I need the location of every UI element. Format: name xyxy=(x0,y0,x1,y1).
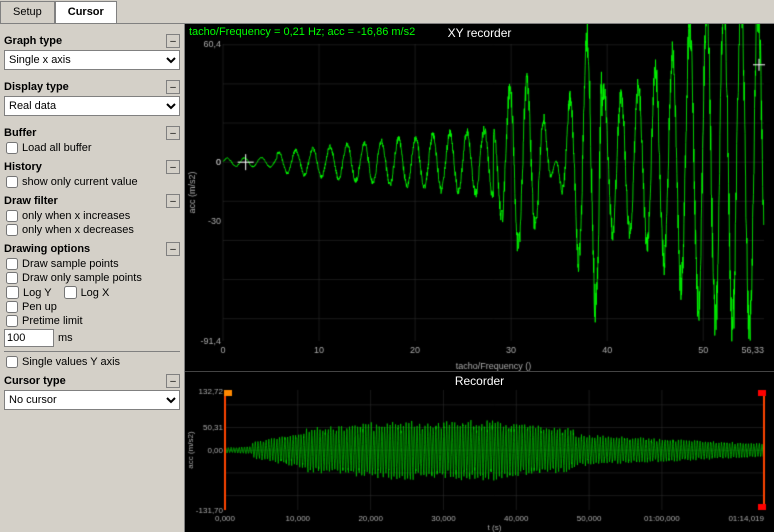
buffer-collapse[interactable]: – xyxy=(166,126,180,140)
load-all-buffer-label: Load all buffer xyxy=(22,142,92,154)
graph-type-title: Graph type xyxy=(4,35,62,47)
only-x-decreases-row: only when x decreases xyxy=(4,224,180,236)
draw-only-sample-points-checkbox[interactable] xyxy=(6,272,18,284)
draw-sample-points-label: Draw sample points xyxy=(22,258,119,270)
cursor-type-section: Cursor type – xyxy=(4,374,180,388)
history-title: History xyxy=(4,161,42,173)
draw-only-sample-points-label: Draw only sample points xyxy=(22,272,142,284)
xy-recorder-chart: tacho/Frequency = 0,21 Hz; acc = -16,86 … xyxy=(185,24,774,372)
draw-filter-section: Draw filter – xyxy=(4,194,180,208)
pen-up-label: Pen up xyxy=(22,301,57,313)
xy-recorder-title: XY recorder xyxy=(448,26,512,40)
recorder-canvas xyxy=(185,372,774,532)
tab-setup[interactable]: Setup xyxy=(0,1,55,23)
recorder-chart: Recorder xyxy=(185,372,774,532)
history-section: History – xyxy=(4,160,180,174)
drawing-options-collapse[interactable]: – xyxy=(166,242,180,256)
load-all-buffer-checkbox[interactable] xyxy=(6,142,18,154)
history-collapse[interactable]: – xyxy=(166,160,180,174)
buffer-section: Buffer – xyxy=(4,126,180,140)
log-y-label: Log Y xyxy=(23,287,52,299)
left-panel: Graph type – Single x axis Display type … xyxy=(0,24,185,532)
log-x-label: Log X xyxy=(81,287,110,299)
single-values-y-label: Single values Y axis xyxy=(22,356,120,368)
draw-filter-collapse[interactable]: – xyxy=(166,194,180,208)
pen-up-checkbox[interactable] xyxy=(6,301,18,313)
buffer-title: Buffer xyxy=(4,127,36,139)
only-x-decreases-checkbox[interactable] xyxy=(6,224,18,236)
show-only-current-checkbox[interactable] xyxy=(6,176,18,188)
display-type-collapse[interactable]: – xyxy=(166,80,180,94)
pretime-value-row: ms xyxy=(4,329,180,347)
draw-only-sample-points-row: Draw only sample points xyxy=(4,272,180,284)
load-all-buffer-row: Load all buffer xyxy=(4,142,180,154)
display-type-select[interactable]: Real data xyxy=(4,96,180,116)
only-x-increases-row: only when x increases xyxy=(4,210,180,222)
log-y-checkbox[interactable] xyxy=(6,286,19,299)
drawing-options-section: Drawing options – xyxy=(4,242,180,256)
title-bar: Setup Cursor xyxy=(0,0,774,24)
display-type-title: Display type xyxy=(4,81,69,93)
log-x-checkbox[interactable] xyxy=(64,286,77,299)
right-panel: tacho/Frequency = 0,21 Hz; acc = -16,86 … xyxy=(185,24,774,532)
tab-cursor[interactable]: Cursor xyxy=(55,1,117,23)
draw-sample-points-row: Draw sample points xyxy=(4,258,180,270)
show-only-current-label: show only current value xyxy=(22,176,138,188)
display-type-section: Display type – xyxy=(4,80,180,94)
single-values-y-row: Single values Y axis xyxy=(4,356,180,368)
pen-up-row: Pen up xyxy=(4,301,180,313)
main-content: Graph type – Single x axis Display type … xyxy=(0,24,774,532)
cursor-type-select[interactable]: No cursor xyxy=(4,390,180,410)
show-only-current-row: show only current value xyxy=(4,176,180,188)
graph-type-collapse[interactable]: – xyxy=(166,34,180,48)
draw-filter-title: Draw filter xyxy=(4,195,58,207)
separator xyxy=(4,351,180,352)
cursor-type-collapse[interactable]: – xyxy=(166,374,180,388)
ms-label: ms xyxy=(58,332,73,344)
only-x-increases-checkbox[interactable] xyxy=(6,210,18,222)
cursor-type-title: Cursor type xyxy=(4,375,66,387)
graph-type-section: Graph type – xyxy=(4,34,180,48)
pretime-limit-row: Pretime limit xyxy=(4,315,180,327)
log-row: Log Y Log X xyxy=(4,286,180,299)
pretime-value-input[interactable] xyxy=(4,329,54,347)
drawing-options-title: Drawing options xyxy=(4,243,90,255)
chart-info: tacho/Frequency = 0,21 Hz; acc = -16,86 … xyxy=(189,26,415,38)
pretime-limit-label: Pretime limit xyxy=(22,315,83,327)
only-x-decreases-label: only when x decreases xyxy=(22,224,134,236)
xy-recorder-canvas xyxy=(185,24,774,371)
graph-type-select[interactable]: Single x axis xyxy=(4,50,180,70)
recorder-title: Recorder xyxy=(455,374,504,388)
only-x-increases-label: only when x increases xyxy=(22,210,130,222)
draw-sample-points-checkbox[interactable] xyxy=(6,258,18,270)
single-values-y-checkbox[interactable] xyxy=(6,356,18,368)
pretime-limit-checkbox[interactable] xyxy=(6,315,18,327)
